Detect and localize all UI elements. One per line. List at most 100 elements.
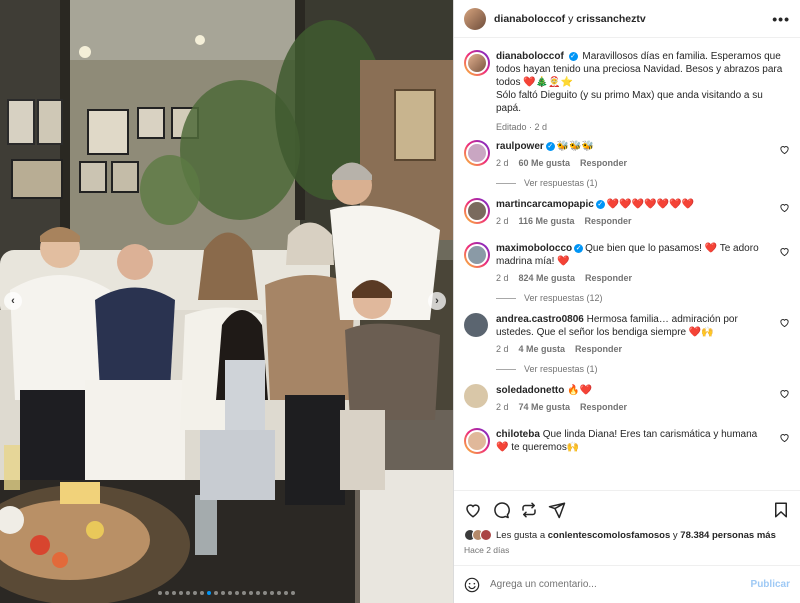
carousel-dot [235, 591, 239, 595]
comment-likes[interactable]: 116 Me gusta [519, 215, 575, 228]
carousel-dot [172, 591, 176, 595]
replies-divider [496, 182, 516, 184]
comment-meta: 2 d 116 Me gusta Responder [496, 215, 772, 228]
liker-username[interactable]: conlentescomolosfamosos [548, 530, 670, 541]
comment-item: raulpower ✓ 🐝🐝🐝 2 d 60 Me gusta Responder [464, 140, 790, 170]
comment-time: 2 d [496, 216, 509, 226]
post-caption: dianaboloccof ✓ Maravillosos días en fam… [464, 50, 790, 134]
comment-text: ❤️❤️❤️❤️❤️❤️❤️ [606, 199, 694, 210]
caption-avatar[interactable] [464, 50, 490, 76]
carousel-dot [200, 591, 204, 595]
commenter-username[interactable]: chiloteba [496, 429, 540, 440]
comment-meta: 2 d 60 Me gusta Responder [496, 157, 772, 170]
author-username-2[interactable]: crissancheztv [576, 13, 645, 25]
bookmark-icon[interactable] [772, 501, 790, 519]
caption-text-2: Sólo faltó Dieguito (y su primo Max) que… [496, 90, 763, 114]
carousel-dot [263, 591, 267, 595]
heart-icon[interactable] [779, 144, 790, 155]
commenter-avatar[interactable] [464, 313, 488, 337]
comment-time: 2 d [496, 158, 509, 168]
verified-icon: ✓ [568, 51, 578, 61]
commenter-avatar[interactable] [464, 428, 490, 454]
publish-button[interactable]: Publicar [751, 579, 790, 590]
commenter-avatar[interactable] [464, 140, 490, 166]
verified-icon: ✓ [545, 141, 555, 151]
previous-photo-button[interactable]: ‹ [4, 292, 22, 310]
reply-button[interactable]: Responder [585, 215, 632, 228]
comment-time: 2 d [496, 344, 509, 354]
reply-button[interactable]: Responder [575, 343, 622, 356]
commenter-username[interactable]: andrea.castro0806 [496, 314, 584, 325]
carousel-dot [242, 591, 246, 595]
comment-likes[interactable]: 74 Me gusta [519, 401, 571, 414]
action-icons [464, 499, 790, 521]
caption-edited: Editado · 2 d [496, 122, 548, 132]
reply-button[interactable]: Responder [580, 401, 627, 414]
heart-icon[interactable] [464, 501, 482, 519]
emoji-icon[interactable] [464, 577, 480, 593]
heart-icon[interactable] [779, 317, 790, 328]
comment-time: 2 d [496, 402, 509, 412]
reply-button[interactable]: Responder [580, 157, 627, 170]
commenter-username[interactable]: soledadonetto [496, 385, 564, 396]
carousel-dot [270, 591, 274, 595]
view-replies-label: Ver respuestas (1) [524, 178, 598, 188]
view-replies-button[interactable]: Ver respuestas (1) [496, 178, 790, 188]
view-replies-label: Ver respuestas (1) [524, 364, 598, 374]
heart-icon[interactable] [779, 246, 790, 257]
next-photo-button[interactable]: › [428, 292, 446, 310]
comment-items: raulpower ✓ 🐝🐝🐝 2 d 60 Me gusta Responder Ver … [464, 140, 790, 455]
view-replies-button[interactable]: Ver respuestas (12) [496, 293, 790, 303]
commenter-username[interactable]: martincarcamopapic [496, 199, 594, 210]
more-options-icon[interactable]: ••• [772, 11, 790, 27]
post-header: dianaboloccof y crissancheztv ••• [454, 0, 800, 38]
commenter-avatar[interactable] [464, 384, 488, 408]
carousel-dot [214, 591, 218, 595]
view-replies-button[interactable]: Ver respuestas (1) [496, 364, 790, 374]
commenter-avatar[interactable] [464, 198, 490, 224]
comment-item: andrea.castro0806 Hermosa familia… admir… [464, 313, 790, 356]
authors-separator: y [568, 12, 574, 25]
carousel-dot [207, 591, 211, 595]
likes-count[interactable]: 78.384 personas más [680, 530, 776, 541]
comment-likes[interactable]: 824 Me gusta [519, 272, 576, 285]
carousel-dot [158, 591, 162, 595]
likes-connector: y [672, 529, 678, 541]
likers-avatars [464, 529, 492, 541]
comment-text: 🐝🐝🐝 [556, 141, 595, 152]
carousel-dot [186, 591, 190, 595]
comment-likes[interactable]: 60 Me gusta [519, 157, 571, 170]
comment-item: maximobolocco ✓ Que bien que lo pasamos! ❤… [464, 242, 790, 285]
verified-icon: ✓ [574, 243, 584, 253]
replies-divider [496, 297, 516, 299]
comment-likes[interactable]: 4 Me gusta [519, 343, 566, 356]
reply-button[interactable]: Responder [585, 272, 632, 285]
comment-input[interactable] [490, 579, 751, 590]
heart-icon[interactable] [779, 202, 790, 213]
heart-icon[interactable] [779, 388, 790, 399]
share-icon[interactable] [548, 501, 566, 519]
post-photo[interactable]: ‹ › [0, 0, 453, 603]
carousel-dot [228, 591, 232, 595]
commenter-username[interactable]: maximobolocco [496, 243, 572, 254]
carousel-dot [256, 591, 260, 595]
carousel-indicator [0, 591, 453, 595]
commenter-username[interactable]: raulpower [496, 141, 544, 152]
commenter-avatar[interactable] [464, 242, 490, 268]
comment-icon[interactable] [492, 501, 510, 519]
verified-icon: ✓ [595, 199, 605, 209]
heart-icon[interactable] [779, 432, 790, 443]
comment-meta: 2 d 824 Me gusta Responder [496, 272, 772, 285]
author-username-1[interactable]: dianaboloccof [494, 13, 565, 25]
likes-prefix: Les gusta a [496, 529, 546, 541]
carousel-dot [179, 591, 183, 595]
header-avatar[interactable] [464, 7, 486, 30]
post-authors: dianaboloccof y crissancheztv [494, 13, 646, 25]
comment-item: chiloteba Que linda Diana! Eres tan cari… [464, 428, 790, 455]
carousel-dot [165, 591, 169, 595]
carousel-dot [291, 591, 295, 595]
repost-icon[interactable] [520, 501, 538, 519]
comment-text: 🔥❤️ [567, 385, 593, 396]
caption-username[interactable]: dianaboloccof [496, 51, 564, 62]
comment-item: martincarcamopapic ✓ ❤️❤️❤️❤️❤️❤️❤️ 2 d 116 … [464, 198, 790, 228]
